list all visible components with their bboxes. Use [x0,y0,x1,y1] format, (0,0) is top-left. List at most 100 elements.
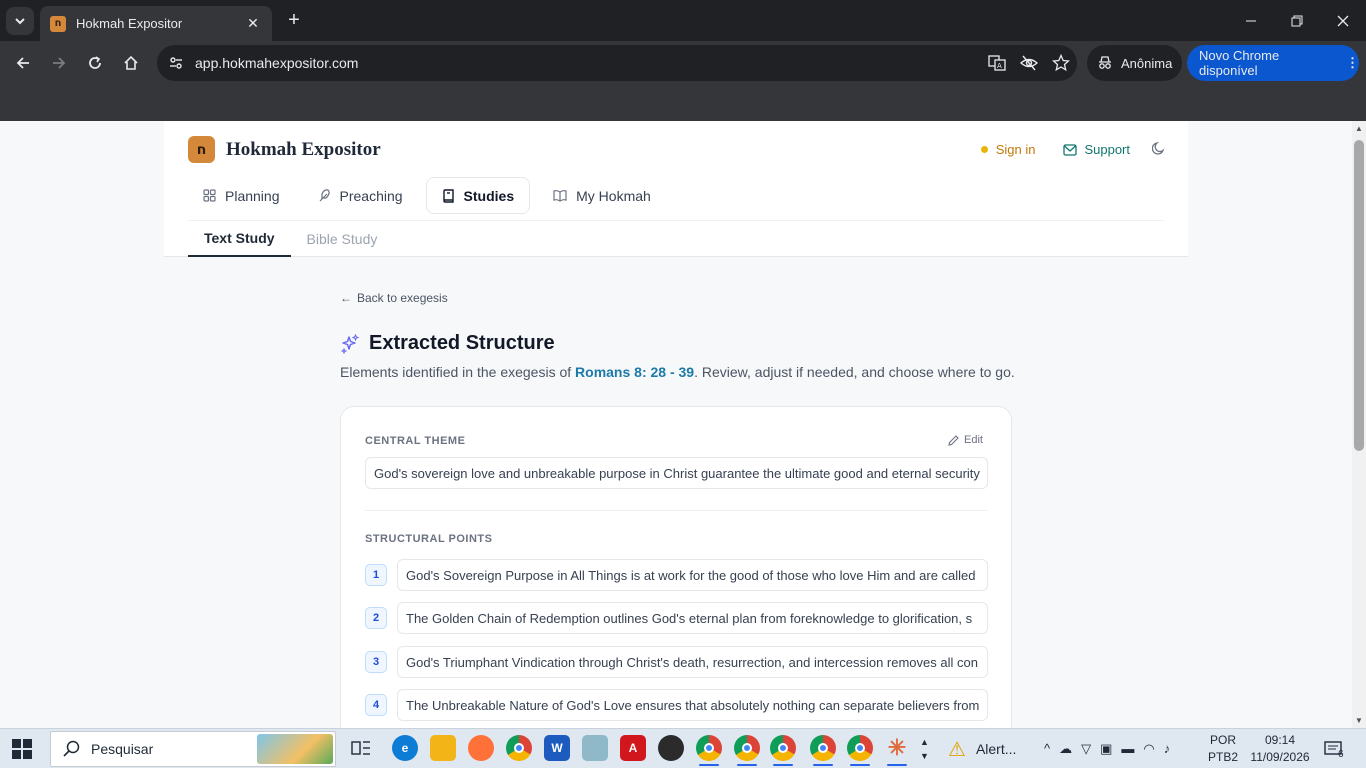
app-icon[interactable] [582,735,608,761]
restore-button[interactable] [1274,0,1320,41]
scripture-reference-link[interactable]: Romans 8: 28 - 39 [575,364,694,380]
clock[interactable]: 09:14 11/09/2026 [1240,732,1320,766]
more-menu-icon[interactable]: ⋮ [1346,55,1359,71]
tab-title: Hokmah Expositor [76,16,183,31]
page-title: Extracted Structure [340,332,555,355]
nav-preaching[interactable]: Preaching [303,177,418,214]
warning-icon: ⚠ [948,738,966,761]
tab-search-button[interactable] [6,7,34,35]
search-icon [63,740,80,757]
brand[interactable]: ח Hokmah Expositor [188,136,381,163]
chrome-profile-icon[interactable] [810,735,836,766]
search-highlight-image [257,734,333,764]
obs-icon[interactable] [658,735,684,761]
main-nav: Planning Preaching Studies My Hokmah [188,177,674,214]
update-label: Novo Chrome disponível [1199,48,1280,78]
structural-point-field[interactable]: God's Triumphant Vindication through Chr… [397,646,988,678]
language-indicator[interactable]: POR PTB2 [1206,732,1240,766]
structural-point-field[interactable]: The Golden Chain of Redemption outlines … [397,602,988,634]
alert-notification[interactable]: ⚠ Alert... [948,729,1016,768]
edge-icon[interactable]: e [392,735,418,761]
status-dot-icon [980,146,988,153]
incognito-indicator[interactable]: Anônima [1087,45,1182,81]
scroll-up-icon[interactable]: ▲ [1352,124,1366,133]
scroll-down-icon[interactable]: ▼ [1352,716,1366,725]
clock-time: 09:14 [1264,733,1296,747]
support-link[interactable]: Support [1063,142,1130,157]
lead-suffix: . Review, adjust if needed, and choose w… [694,364,1015,380]
close-window-button[interactable] [1320,0,1366,41]
structural-point-field[interactable]: The Unbreakable Nature of God's Love ens… [397,689,988,721]
keyboard-layout: PTB2 [1207,750,1238,764]
central-theme-field[interactable]: God's sovereign love and unbreakable pur… [365,457,988,489]
point-number: 1 [365,564,387,586]
nav-studies-label: Studies [463,187,515,204]
tab-text-study[interactable]: Text Study [188,221,291,257]
home-button[interactable] [117,49,145,77]
sub-nav: Text Study Bible Study [188,221,393,257]
translate-icon[interactable]: A [981,47,1013,79]
address-bar[interactable]: app.hokmahexpositor.com A [157,45,1077,81]
edit-button[interactable]: Edit [948,434,983,446]
structural-points-label: STRUCTURAL POINTS [365,533,493,545]
acrobat-icon[interactable]: A [620,735,646,761]
page-title-text: Extracted Structure [369,332,555,354]
mail-icon [1063,143,1078,156]
arrow-left-icon: ← [340,291,352,305]
search-placeholder: Pesquisar [91,741,154,757]
new-tab-button[interactable]: + [282,8,306,32]
nav-studies[interactable]: Studies [425,177,531,214]
firefox-icon[interactable] [468,735,494,761]
chrome-icon[interactable] [506,735,532,761]
sparkles-icon [340,333,360,354]
point-number: 2 [365,607,387,629]
overflow-arrows-icon[interactable]: ▲ ▼ [920,729,929,768]
chrome-profile-icon[interactable] [770,735,796,766]
chrome-profile-icon[interactable] [734,735,760,766]
bookmarks-bar [0,85,1366,121]
structural-point-field[interactable]: God's Sovereign Purpose in All Things is… [397,559,988,591]
nav-planning[interactable]: Planning [188,177,295,214]
page-scrollbar[interactable]: ▲ ▼ [1352,121,1366,728]
feather-icon [319,189,330,202]
file-explorer-icon[interactable] [430,735,456,761]
nav-my-hokmah[interactable]: My Hokmah [538,177,666,214]
browser-tab[interactable]: ח Hokmah Expositor ✕ [40,6,272,41]
chrome-profile-icon[interactable] [696,735,722,766]
eye-slash-icon[interactable] [1013,47,1045,79]
task-view-icon[interactable] [348,735,374,761]
page-description: Elements identified in the exegesis of R… [340,364,1015,380]
system-tray-icons[interactable]: ^☁▽▣▬◠♪ [1044,729,1179,768]
site-settings-icon[interactable] [161,48,191,78]
tab-bible-study[interactable]: Bible Study [291,221,394,257]
chevron-down-icon [15,18,25,25]
theme-toggle-button[interactable] [1151,141,1166,158]
sign-in-link[interactable]: Sign in [980,142,1036,157]
scrollbar-thumb[interactable] [1354,140,1364,451]
bookmark-star-icon[interactable] [1045,47,1077,79]
point-number: 4 [365,694,387,716]
book-icon [442,188,454,203]
browser-tabstrip: ח Hokmah Expositor ✕ + [0,0,1366,41]
chrome-profile-icon[interactable] [847,735,873,766]
nav-planning-label: Planning [225,187,280,204]
url-text: app.hokmahexpositor.com [195,55,359,71]
close-tab-icon[interactable]: ✕ [244,15,262,32]
word-icon[interactable]: W [544,735,570,761]
forward-button[interactable] [45,49,73,77]
sign-in-label: Sign in [995,142,1036,157]
back-to-exegesis-link[interactable]: ← Back to exegesis [340,291,448,305]
update-chrome-button[interactable]: Novo Chrome disponível ⋮ [1187,45,1359,81]
notifications-button[interactable]: 6 [1324,729,1344,768]
page-content: ח Hokmah Expositor Sign in Support Plann… [0,121,1352,728]
lead-prefix: Elements identified in the exegesis of [340,364,576,380]
reload-button[interactable] [81,49,109,77]
incognito-label: Anônima [1121,55,1173,71]
structure-card: CENTRAL THEME Edit God's sovereign love … [340,406,1012,728]
close-icon [1337,15,1349,26]
minimize-button[interactable] [1228,0,1274,41]
back-button[interactable] [9,49,37,77]
taskbar-search[interactable]: Pesquisar [50,731,336,767]
start-button[interactable] [8,737,36,761]
claude-icon[interactable]: ✳ [884,735,910,766]
